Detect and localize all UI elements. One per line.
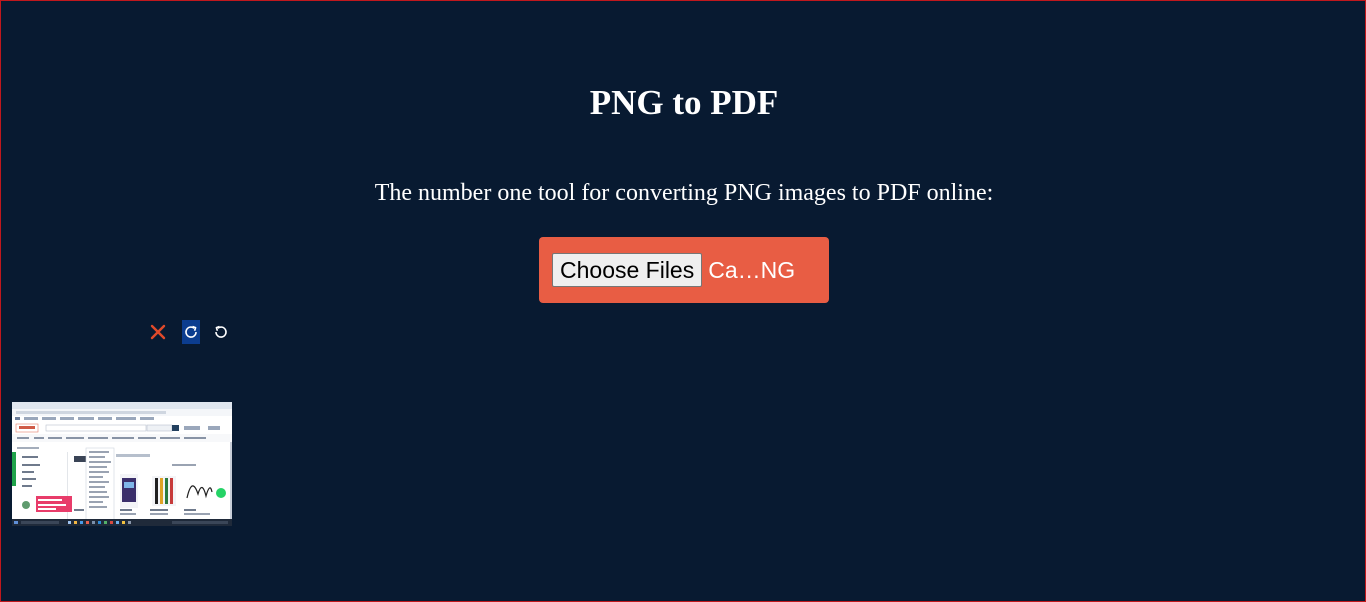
- file-upload-area[interactable]: Choose Files Ca…NG: [539, 237, 829, 303]
- thumbnail-controls: [147, 320, 232, 344]
- selected-file-name: Ca…NG: [708, 256, 796, 283]
- page-title: PNG to PDF: [589, 83, 779, 122]
- rotate-clockwise-icon: [185, 325, 197, 338]
- remove-image-button[interactable]: [147, 320, 169, 344]
- rotate-right-button[interactable]: [182, 320, 200, 344]
- choose-files-button[interactable]: Choose Files: [552, 253, 703, 287]
- rotate-counterclockwise-icon: [215, 325, 227, 338]
- uploaded-image-thumbnail[interactable]: [12, 402, 232, 526]
- close-icon: [150, 324, 166, 340]
- screenshot-preview-image: [12, 402, 232, 526]
- page-subtitle: The number one tool for converting PNG i…: [374, 180, 994, 206]
- rotate-left-button[interactable]: [210, 320, 232, 344]
